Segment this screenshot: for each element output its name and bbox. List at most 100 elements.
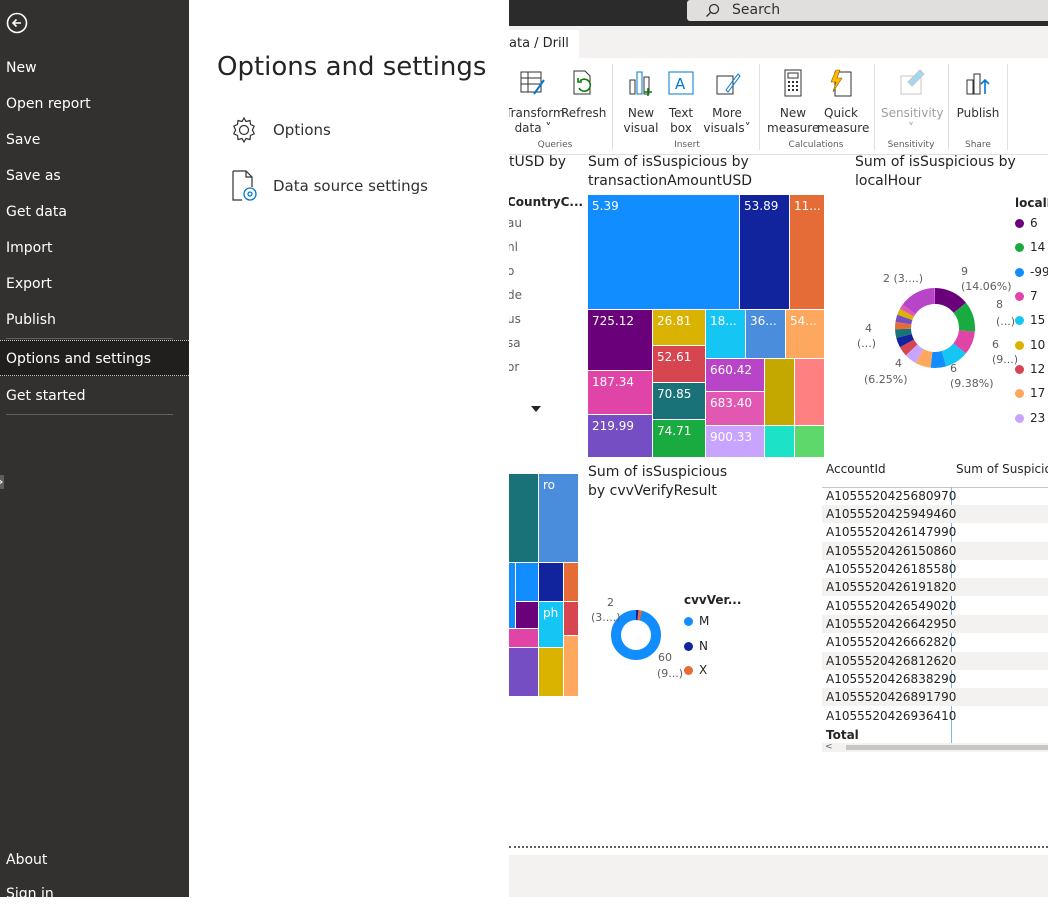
legend-item[interactable]: 6 [1015,216,1038,230]
treemap-tile[interactable]: 53.89 [739,194,790,310]
slicer-item[interactable]: us [509,312,521,326]
treemap-tile[interactable] [764,358,795,426]
legend-item[interactable]: 12 [1015,362,1045,376]
table-row[interactable]: A1055520425680970 [822,487,1048,505]
treemap-tile[interactable] [509,628,539,648]
legend-item[interactable]: N [684,639,708,653]
table-row[interactable]: A1055520426936410 [822,707,1048,725]
slicer-item[interactable]: sa [509,336,521,350]
treemap-tile[interactable]: 5.39 [587,194,740,310]
donut-localhour[interactable] [890,283,980,373]
slicer-item[interactable]: or [509,360,519,374]
table-row[interactable]: A1055520426891790 [822,688,1048,706]
treemap-tile[interactable]: 52.61 [652,345,706,383]
collapse-handle-icon[interactable] [0,474,6,489]
tab-data-drill[interactable]: ata / Drill [509,30,579,58]
column-header[interactable]: AccountId [826,462,886,476]
back-arrow-icon[interactable] [6,12,28,34]
nav-publish[interactable]: Publish [0,302,189,338]
treemap-tile[interactable] [563,635,579,697]
nav-about[interactable]: About [0,842,189,878]
treemap-tile[interactable]: 187.34 [587,370,653,415]
treemap-tile[interactable] [794,358,825,426]
legend-item[interactable]: 10 [1015,338,1045,352]
legend-item[interactable]: 7 [1015,289,1038,303]
publish-button[interactable]: Publish [955,68,1001,121]
table-row[interactable]: A1055520426662820 [822,633,1048,651]
legend-item[interactable]: 14 [1015,240,1045,254]
treemap-tile[interactable] [764,425,795,458]
treemap-tile[interactable] [509,647,539,697]
transform-data-button[interactable]: Transform data ˅ [509,68,565,136]
table-row[interactable]: A1055520426549020 [822,597,1048,615]
treemap-tile[interactable] [563,562,579,602]
refresh-button[interactable]: Refresh [561,68,606,121]
more-visuals-button[interactable]: More visuals˅ [701,68,753,136]
nav-get-data[interactable]: Get data [0,194,189,230]
slicer-item[interactable]: nl [509,240,518,254]
treemap-tile[interactable]: 660.42 [705,358,765,392]
treemap-tile[interactable]: 11... [789,194,825,310]
treemap-tile[interactable]: ph [538,601,564,648]
treemap-tile[interactable]: 18... [705,309,746,359]
treemap-tile[interactable]: 26.81 [652,309,706,346]
treemap-tile[interactable] [509,473,539,563]
quick-measure-button[interactable]: Quick measure [817,68,869,136]
legend-item[interactable]: 15 [1015,313,1045,327]
new-visual-button[interactable]: New visual [621,68,661,136]
data-label: (...) [996,315,1016,328]
nav-save-as[interactable]: Save as [0,158,189,194]
legend-item[interactable]: 17 [1015,386,1045,400]
table-row[interactable]: A1055520426642950 [822,615,1048,633]
treemap-tile[interactable]: 725.12 [587,309,653,371]
slicer-item[interactable]: au [509,216,522,230]
treemap-tile[interactable]: 74.71 [652,419,706,458]
treemap-tile[interactable]: 900.33 [705,425,765,458]
treemap-tile[interactable] [538,562,564,602]
new-measure-button[interactable]: New measure [767,68,819,136]
options-item[interactable]: Options [229,110,331,150]
table-row[interactable]: A1055520426812620 [822,652,1048,670]
treemap-tile[interactable]: 219.99 [587,414,653,458]
nav-save[interactable]: Save [0,122,189,158]
legend-item[interactable]: X [684,663,707,677]
page-tabs-bar [509,855,1048,897]
table-row[interactable]: A1055520426147990 [822,523,1048,541]
text-box-button[interactable]: A Text box [663,68,699,136]
scroll-down-icon[interactable] [531,406,541,412]
nav-open-report[interactable]: Open report [0,86,189,122]
horizontal-scrollbar[interactable]: < [822,743,1048,752]
legend-item[interactable]: M [684,614,709,628]
nav-get-started[interactable]: Get started [0,378,189,414]
treemap-tile[interactable]: 683.40 [705,391,765,426]
nav-options-and-settings[interactable]: Options and settings [0,340,189,376]
sensitivity-button[interactable]: Sensitivity ˅ [881,68,943,136]
slicer-item[interactable]: o [509,264,514,278]
column-header[interactable]: Sum of Suspicio [956,462,1048,476]
treemap-tile[interactable] [563,601,579,636]
nav-new[interactable]: New [0,50,189,86]
scrollbar-thumb[interactable] [846,745,1048,750]
table-row[interactable]: A1055520425949460 [822,505,1048,523]
nav-import[interactable]: Import [0,230,189,266]
treemap-tile[interactable]: ro [538,473,579,563]
table-row[interactable]: A1055520426191820 [822,578,1048,596]
search-box[interactable]: Search [687,0,1048,21]
nav-sign-in[interactable]: Sign in [0,876,189,912]
data-source-settings-item[interactable]: Data source settings [229,166,428,206]
treemap-tile[interactable]: 36... [745,309,786,359]
treemap-tile[interactable] [538,647,564,697]
treemap-tile[interactable]: 54... [785,309,825,359]
treemap-tile[interactable] [794,425,825,458]
treemap-tile[interactable] [515,562,539,602]
table-row[interactable]: A1055520426150860 [822,542,1048,560]
slicer-item[interactable]: de [509,288,522,302]
treemap-tile[interactable]: 70.85 [652,382,706,420]
table-row[interactable]: A1055520426185580 [822,560,1048,578]
scroll-left-icon[interactable]: < [825,743,833,752]
legend-item[interactable]: 23 [1015,411,1045,425]
nav-export[interactable]: Export [0,266,189,302]
legend-item[interactable]: -99 [1015,265,1048,279]
table-row[interactable]: A1055520426838290 [822,670,1048,688]
options-panel: Options and settings Options Data source… [189,0,509,897]
